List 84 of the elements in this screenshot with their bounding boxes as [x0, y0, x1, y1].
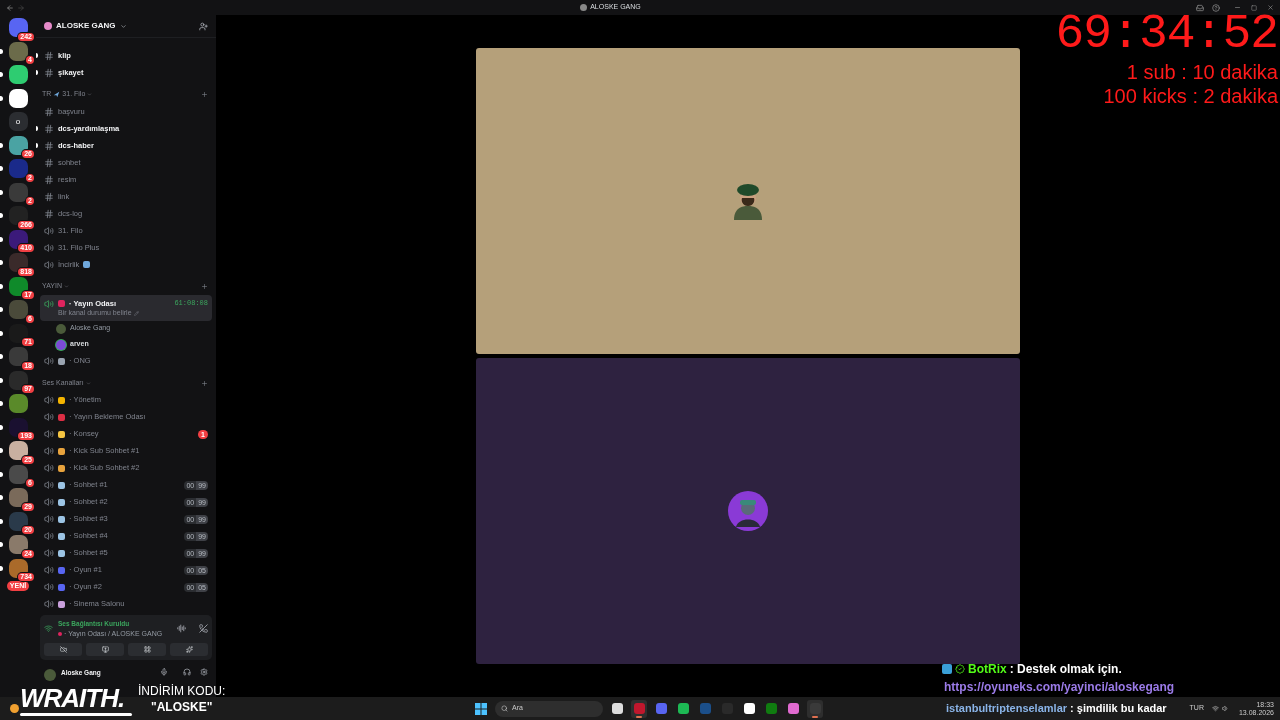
add-channel-icon[interactable] — [201, 283, 208, 290]
screen-share-button[interactable] — [86, 643, 124, 656]
add-channel-icon[interactable] — [201, 379, 208, 387]
sponsor-logo: WRAITH. — [20, 685, 126, 711]
speaker-icon — [44, 599, 54, 609]
close-icon[interactable] — [1267, 4, 1274, 11]
speaker-icon — [44, 480, 54, 490]
grid-icon — [143, 646, 151, 653]
hash-icon — [44, 157, 54, 168]
hash-icon — [44, 174, 54, 185]
minimize-icon[interactable] — [1234, 4, 1241, 11]
video-tile[interactable] — [476, 48, 1020, 354]
hash-icon — [44, 208, 54, 219]
hash-icon — [44, 123, 54, 134]
speaker-icon — [44, 565, 54, 575]
hash-icon — [44, 191, 54, 202]
activities-button[interactable] — [128, 643, 166, 656]
chevron-icon — [87, 92, 93, 97]
emoji-icon — [58, 631, 62, 636]
speaker-icon — [44, 514, 54, 524]
speaker-icon — [44, 531, 54, 541]
signal-icon — [44, 624, 53, 634]
help-icon[interactable] — [1212, 3, 1220, 12]
inbox-icon[interactable] — [1196, 3, 1204, 12]
volume-icon[interactable] — [1221, 705, 1229, 712]
camera-button[interactable] — [44, 643, 82, 656]
speaker-icon — [44, 548, 54, 558]
speaker-icon — [44, 446, 54, 456]
weather-icon — [10, 704, 19, 713]
chevron-icon — [63, 284, 69, 289]
discount-code: "ALOSKE" — [150, 699, 213, 715]
server-icon[interactable]: o — [8, 112, 28, 132]
camera-off-icon — [59, 646, 67, 653]
timer-rule: 1 sub : 10 dakika — [1126, 60, 1278, 84]
chat-message: BotRix : Destek olmak için. — [942, 659, 1122, 678]
bot-icon — [942, 663, 952, 674]
speaker-icon — [44, 395, 54, 405]
video-tile[interactable] — [476, 358, 1020, 664]
hash-icon — [44, 140, 54, 151]
microphone-icon[interactable] — [160, 668, 168, 676]
add-channel-icon[interactable] — [201, 91, 208, 98]
avatar — [44, 669, 56, 681]
speaker-icon — [44, 242, 54, 253]
hash-icon — [44, 50, 54, 61]
verified-icon — [955, 663, 965, 674]
hash-icon — [44, 67, 54, 78]
settings-icon[interactable] — [200, 668, 208, 676]
speaker-icon — [44, 412, 54, 422]
speaker-icon — [44, 298, 54, 309]
sparkle-icon — [185, 646, 193, 653]
countdown-timer: 69:34:52 — [1055, 8, 1278, 60]
hash-icon — [44, 106, 54, 117]
avatar — [56, 339, 66, 350]
disconnect-icon[interactable] — [199, 624, 208, 634]
chevron-icon — [119, 22, 127, 30]
speaker-icon — [44, 497, 54, 507]
server-icon[interactable] — [8, 88, 28, 108]
speaker-icon — [44, 259, 54, 270]
start-icon[interactable] — [475, 702, 487, 715]
screen-icon — [101, 646, 109, 653]
noise-icon[interactable] — [177, 624, 186, 634]
search-icon — [501, 705, 508, 712]
speaker-icon — [44, 225, 54, 236]
speaker-icon — [44, 356, 54, 366]
speaker-icon — [44, 463, 54, 473]
speaker-icon — [44, 582, 54, 592]
chat-link[interactable]: https://oyuneks.com/yayinci/aloskegang — [942, 678, 1175, 697]
avatar — [56, 323, 66, 334]
avatar — [728, 491, 768, 531]
edit-icon — [133, 310, 139, 316]
back-icon[interactable] — [6, 3, 14, 12]
network-icon[interactable] — [1211, 705, 1219, 712]
timer-rule: 100 kicks : 2 dakika — [1103, 84, 1278, 108]
soundboard-button[interactable] — [170, 643, 208, 656]
speaker-icon — [44, 429, 54, 439]
headphones-icon[interactable] — [183, 668, 191, 676]
server-icon[interactable] — [8, 65, 28, 85]
discount-label: İNDİRİM KODU: — [138, 683, 226, 699]
add-member-icon[interactable] — [199, 21, 208, 31]
server-icon — [580, 4, 588, 11]
chevron-icon — [85, 380, 91, 386]
server-header[interactable]: ALOSKE GANG — [36, 15, 216, 38]
plane-icon — [53, 91, 61, 98]
server-icon — [44, 22, 52, 30]
